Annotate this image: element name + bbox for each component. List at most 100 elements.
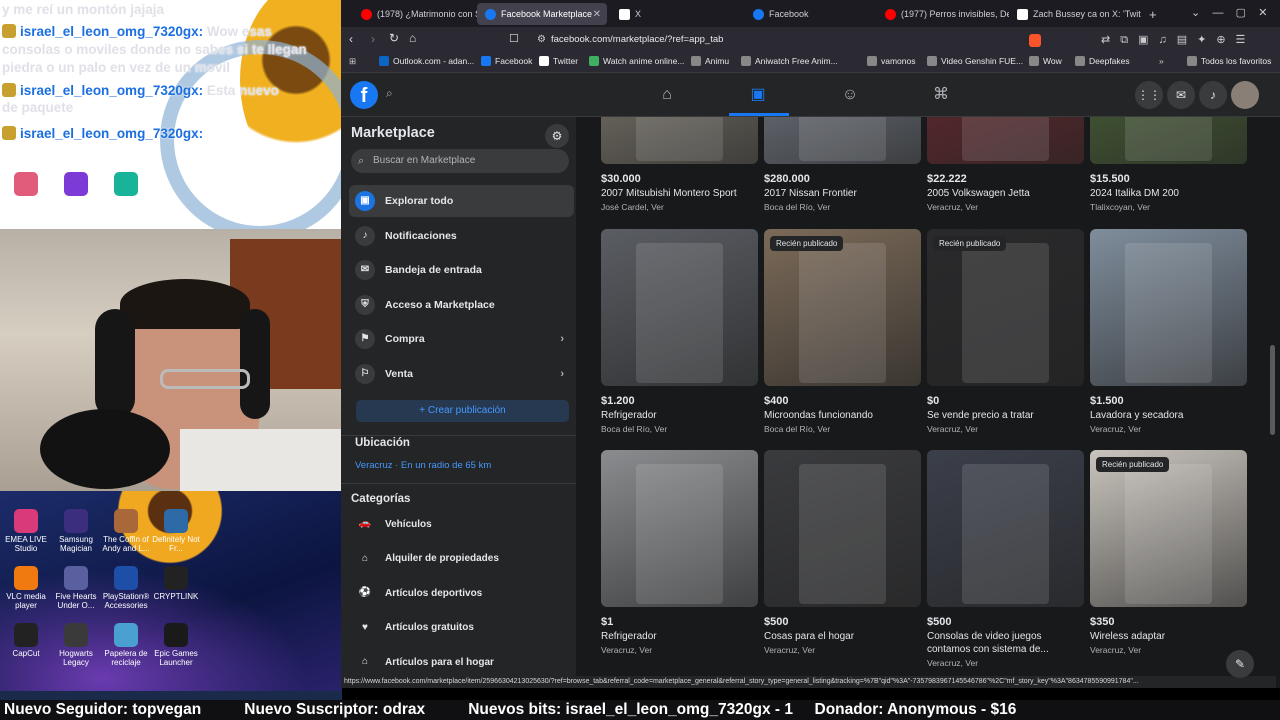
bookmark-item[interactable]: Video Genshin FUE... <box>927 56 1023 66</box>
category-item[interactable]: ⌂ Artículos para el hogar <box>349 646 574 678</box>
category-item[interactable]: ⌂ Alquiler de propiedades <box>349 543 574 575</box>
bookmark-item[interactable]: Deepfakes <box>1075 56 1130 66</box>
listing-card[interactable]: $1 Refrigerador Veracruz, Ver <box>601 450 758 655</box>
desktop-icon[interactable]: Epic Games Launcher <box>150 623 202 667</box>
notifications-icon[interactable]: ♪ <box>1199 81 1227 109</box>
settings-gear-icon[interactable]: ⚙ <box>545 124 569 148</box>
facebook-logo[interactable]: f <box>350 81 378 109</box>
listing-photo[interactable]: Recién publicado <box>764 229 921 386</box>
sidebar-item[interactable]: ⛨ Acceso a Marketplace <box>349 289 574 321</box>
forward-icon[interactable]: › <box>371 32 375 46</box>
bookmark-item[interactable]: Wow <box>1029 56 1062 66</box>
browser-tab[interactable]: (1978) ¿Matrimonio con Su <box>353 3 483 25</box>
site-info-icon[interactable]: ⚙ <box>537 34 546 45</box>
listing-photo[interactable] <box>1090 229 1247 386</box>
menu-icon[interactable]: ⋮⋮ <box>1135 81 1163 109</box>
sidebar-item[interactable]: ♪ Notificaciones <box>349 220 574 252</box>
sidebar-item[interactable]: ⚑ Compra › <box>349 323 574 355</box>
close-tab-icon[interactable]: ✕ <box>593 9 601 20</box>
home-icon[interactable]: ⌂ <box>409 31 416 45</box>
listing-photo[interactable] <box>764 450 921 607</box>
browser-tab[interactable]: (1977) Perros invisibles, Dec <box>877 3 1009 25</box>
browser-tab[interactable]: Facebook <box>745 3 875 25</box>
home-icon[interactable]: ⌂ <box>657 85 677 105</box>
bookmark-icon[interactable]: ☐ <box>509 32 519 45</box>
avatar[interactable] <box>1231 81 1259 109</box>
bookmark-item[interactable]: Todos los favoritos <box>1187 56 1271 66</box>
app-icon <box>164 509 188 533</box>
listing-card[interactable]: $22.222 2005 Volkswagen Jetta Veracruz, Ve… <box>927 117 1084 212</box>
bookmark-item[interactable]: Aniwatch Free Anim... <box>741 56 838 66</box>
listing-photo[interactable] <box>764 117 921 164</box>
listing-card[interactable]: $1.200 Refrigerador Boca del Río, Ver <box>601 229 758 434</box>
browser-tab[interactable]: X <box>611 3 741 25</box>
extension-icons[interactable]: ⇄⧉▣♫▤✦⊕☰ <box>1101 33 1255 47</box>
bookmark-item[interactable]: Watch anime online... <box>589 56 684 66</box>
bookmark-item[interactable]: vamonos <box>867 56 916 66</box>
desktop-icon[interactable]: Samsung Magician <box>50 509 102 553</box>
listing-photo[interactable]: Recién publicado <box>1090 450 1247 607</box>
desktop-icon[interactable]: NIKKE <box>0 172 52 207</box>
listing-title: 2017 Nissan Frontier <box>764 188 857 199</box>
listing-photo[interactable] <box>601 450 758 607</box>
bookmark-item[interactable]: Facebook <box>481 56 532 66</box>
desktop-icon[interactable]: Hogwarts Legacy <box>50 623 102 667</box>
desktop-icon[interactable]: VLC media player <box>0 566 52 610</box>
new-tab-button[interactable]: + <box>1141 3 1161 25</box>
brave-shield-icon[interactable] <box>1029 34 1041 47</box>
scrollbar[interactable] <box>1270 345 1275 435</box>
desktop-icon[interactable]: Streamer.bot <box>50 172 102 207</box>
groups-icon[interactable]: ☺ <box>840 85 860 105</box>
sidebar-item[interactable]: ⚐ Venta › <box>349 358 574 390</box>
category-item[interactable]: 🚗 Vehículos <box>349 508 574 540</box>
desktop-icon[interactable]: Definitely Not Fr... <box>150 509 202 553</box>
gaming-icon[interactable]: ⌘ <box>931 85 951 105</box>
messenger-icon[interactable]: ✉ <box>1167 81 1195 109</box>
back-icon[interactable]: ‹ <box>349 32 353 46</box>
desktop-icon[interactable]: Five Hearts Under O... <box>50 566 102 610</box>
browser-tab-active[interactable]: Facebook Marketplace ✕ <box>477 3 607 25</box>
listing-card[interactable]: $500 Consolas de video juegos contamos co… <box>927 450 1084 668</box>
listing-photo[interactable] <box>927 117 1084 164</box>
desktop-icon[interactable]: CapCut <box>0 623 52 658</box>
category-item[interactable]: ⚽ Artículos deportivos <box>349 577 574 609</box>
new-message-icon[interactable]: ✎ <box>1226 650 1254 678</box>
create-listing-button[interactable]: + Crear publicación <box>356 400 569 422</box>
browser-tab[interactable]: Zach Bussey ca on X: 'Twitc <box>1009 3 1141 25</box>
listing-card[interactable]: Recién publicado $400 Microondas funcionan… <box>764 229 921 434</box>
location-filter[interactable]: Veracruz · En un radio de 65 km <box>355 460 491 471</box>
bookmark-item[interactable]: Animu <box>691 56 729 66</box>
bookmark-item[interactable]: Outlook.com - adan... <box>379 56 474 66</box>
category-item[interactable]: ♥ Artículos gratuitos <box>349 612 574 644</box>
desktop-icon[interactable]: Photopea <box>100 172 152 207</box>
sidebar-item[interactable]: ✉ Bandeja de entrada <box>349 254 574 286</box>
listing-card[interactable]: $500 Cosas para el hogar Veracruz, Ver <box>764 450 921 655</box>
desktop-icon[interactable]: CRYPTLINK <box>150 566 202 601</box>
listing-card[interactable]: Recién publicado $350 Wireless adaptar Vera… <box>1090 450 1247 655</box>
listing-card[interactable]: Recién publicado $0 Se vende precio a trat… <box>927 229 1084 434</box>
listing-card[interactable]: $280.000 2017 Nissan Frontier Boca del Río… <box>764 117 921 212</box>
listing-photo[interactable] <box>601 117 758 164</box>
sidebar-item[interactable]: ▣ Explorar todo <box>349 185 574 217</box>
more-bookmarks-icon[interactable]: » <box>1159 56 1164 66</box>
listing-card[interactable]: $30.000 2007 Mitsubishi Montero Sport José… <box>601 117 758 212</box>
search-icon[interactable]: ⌕ <box>386 86 393 101</box>
listing-card[interactable]: $15.500 2024 Italika DM 200 Tlalixcoyan, V… <box>1090 117 1247 212</box>
listing-photo[interactable]: Recién publicado <box>927 229 1084 386</box>
desktop-icon[interactable]: PlayStation® Accessories <box>100 566 152 610</box>
desktop-icon[interactable]: The Coffin of Andy and L... <box>100 509 152 553</box>
chat-text: y me reí un montón jajaja <box>2 2 165 17</box>
listing-card[interactable]: $1.500 Lavadora y secadora Veracruz, Ver <box>1090 229 1247 434</box>
listing-photo[interactable] <box>927 450 1084 607</box>
grid-icon[interactable]: ⊞ <box>349 56 356 67</box>
marketplace-search-input[interactable]: ⌕ Buscar en Marketplace <box>351 149 569 173</box>
address-bar[interactable]: facebook.com/marketplace/?ref=app_tab <box>526 30 1046 50</box>
listing-photo[interactable] <box>1090 117 1247 164</box>
listing-photo[interactable] <box>601 229 758 386</box>
desktop-icon[interactable]: Papelera de reciclaje <box>100 623 152 667</box>
desktop-icon[interactable]: EMEA LIVE Studio <box>0 509 52 553</box>
window-controls[interactable]: ⌄ — ▢ ✕ <box>1191 6 1268 19</box>
bookmark-item[interactable]: Twitter <box>539 56 578 66</box>
marketplace-icon[interactable]: ▣ <box>748 85 768 105</box>
reload-icon[interactable]: ↻ <box>389 31 399 45</box>
